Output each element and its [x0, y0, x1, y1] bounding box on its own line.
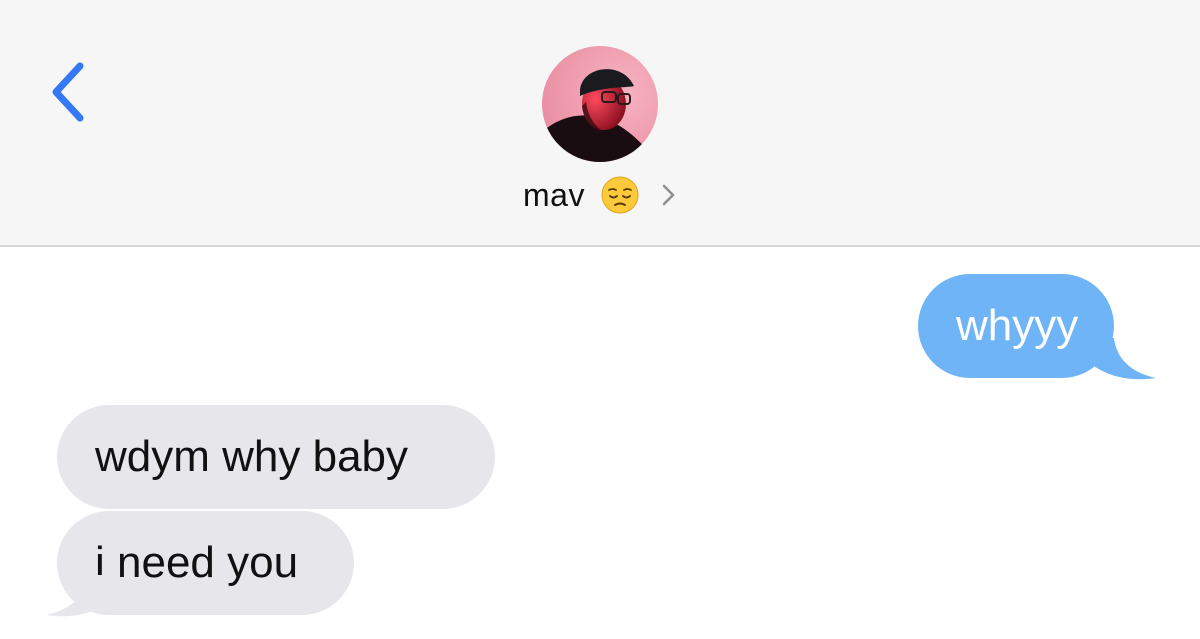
incoming-bubble-tail — [46, 575, 112, 617]
conversation-header: mav — [0, 0, 1200, 247]
message-text: whyyy — [956, 301, 1079, 350]
avatar[interactable] — [542, 46, 658, 162]
contact-details-button[interactable]: mav — [0, 172, 1200, 218]
incoming-message-bubble[interactable]: wdym why baby — [57, 405, 495, 509]
outgoing-message-bubble[interactable]: whyyy — [918, 274, 1114, 378]
pensive-face-emoji-icon — [601, 176, 639, 214]
outgoing-bubble-tail — [1090, 338, 1156, 380]
chevron-right-icon — [662, 184, 675, 206]
back-button[interactable] — [40, 56, 96, 128]
messages-screen: mav whyyy wdym why baby i need you — [0, 0, 1200, 639]
chevron-left-icon — [52, 62, 84, 122]
contact-name: mav — [523, 176, 585, 213]
message-text: wdym why baby — [95, 432, 409, 481]
contact-photo — [542, 46, 658, 162]
